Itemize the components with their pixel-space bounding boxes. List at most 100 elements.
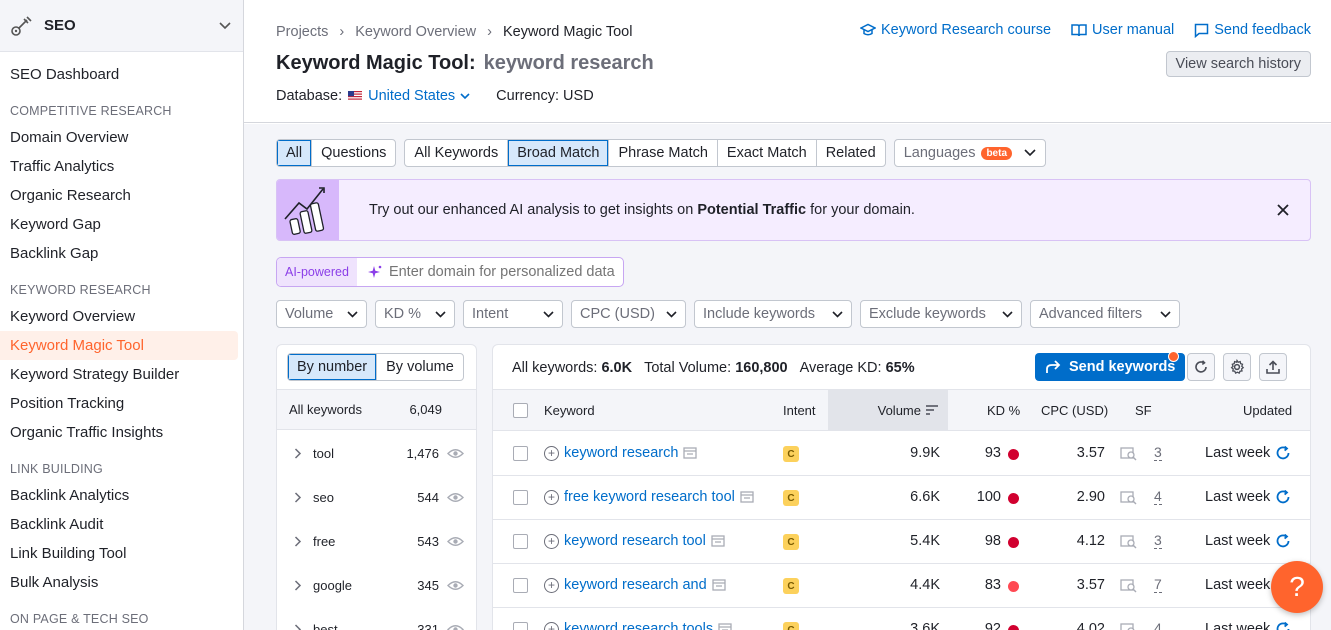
select-all-checkbox[interactable] — [513, 402, 528, 418]
sidebar-item-bulk-analysis[interactable]: Bulk Analysis — [0, 568, 243, 597]
tab-related[interactable]: Related — [815, 140, 885, 166]
refresh-icon[interactable] — [1276, 534, 1291, 548]
sidebar-item-keyword-overview[interactable]: Keyword Overview — [0, 302, 243, 331]
tab-phrase-match[interactable]: Phrase Match — [608, 140, 716, 166]
sidebar-item-keyword-magic-tool[interactable]: Keyword Magic Tool — [0, 331, 238, 360]
sidebar-header[interactable]: SEO — [0, 0, 243, 52]
serp-features-icon[interactable] — [1120, 535, 1138, 549]
row-checkbox[interactable] — [513, 622, 528, 630]
eye-icon[interactable] — [447, 536, 464, 547]
sf-count[interactable]: 3 — [1154, 445, 1162, 461]
volume-filter[interactable]: Volume — [276, 300, 367, 328]
sidebar-item-backlink-analytics[interactable]: Backlink Analytics — [0, 481, 243, 510]
keyword-link[interactable]: free keyword research tool — [564, 489, 735, 505]
serp-features-icon[interactable] — [1120, 491, 1138, 505]
exclude-keywords-filter[interactable]: Exclude keywords — [860, 300, 1022, 328]
serp-snapshot-icon[interactable] — [740, 491, 754, 503]
sf-count[interactable]: 4 — [1154, 489, 1162, 505]
export-button[interactable] — [1259, 353, 1287, 381]
sidebar-item-seo-dashboard[interactable]: SEO Dashboard — [0, 60, 243, 89]
crumb-projects[interactable]: Projects — [276, 24, 328, 40]
tab-all-keywords[interactable]: All Keywords — [405, 140, 507, 166]
by-number-option[interactable]: By number — [288, 354, 377, 380]
by-volume-option[interactable]: By volume — [376, 354, 463, 380]
settings-button[interactable] — [1223, 353, 1251, 381]
send-keywords-button[interactable]: Send keywords — [1035, 353, 1186, 381]
list-item[interactable]: free 543 — [277, 519, 476, 563]
eye-icon[interactable] — [447, 580, 464, 591]
sf-count[interactable]: 4 — [1154, 621, 1162, 630]
keyword-link[interactable]: keyword research tools — [564, 621, 713, 630]
crumb-keyword-overview[interactable]: Keyword Overview — [355, 24, 476, 40]
sf-count[interactable]: 3 — [1154, 533, 1162, 549]
intent-badge[interactable]: C — [783, 446, 799, 462]
database-select[interactable]: United States — [368, 88, 470, 104]
refresh-icon[interactable] — [1276, 446, 1291, 460]
row-checkbox[interactable] — [513, 578, 528, 593]
advanced-filters[interactable]: Advanced filters — [1030, 300, 1180, 328]
user-manual-link[interactable]: User manual — [1071, 22, 1174, 38]
list-item[interactable]: tool 1,476 — [277, 431, 476, 475]
sidebar-item-backlink-gap[interactable]: Backlink Gap — [0, 239, 243, 268]
list-item[interactable]: google 345 — [277, 563, 476, 607]
add-icon[interactable]: + — [544, 533, 559, 549]
tab-broad-match[interactable]: Broad Match — [507, 140, 609, 166]
add-icon[interactable]: + — [544, 489, 559, 505]
col-kd[interactable]: KD % — [987, 390, 1020, 430]
serp-snapshot-icon[interactable] — [711, 535, 725, 547]
domain-input[interactable] — [382, 258, 623, 286]
chevron-down-icon[interactable] — [219, 21, 231, 30]
sidebar-item-organic-research[interactable]: Organic Research — [0, 181, 243, 210]
help-button[interactable]: ? — [1271, 561, 1323, 613]
sidebar-item-keyword-gap[interactable]: Keyword Gap — [0, 210, 243, 239]
sidebar-item-traffic-analytics[interactable]: Traffic Analytics — [0, 152, 243, 181]
tab-all[interactable]: All — [277, 140, 312, 166]
refresh-icon[interactable] — [1276, 622, 1291, 630]
close-icon[interactable] — [1268, 204, 1298, 216]
col-sf[interactable]: SF — [1135, 390, 1152, 430]
eye-icon[interactable] — [447, 448, 464, 459]
intent-badge[interactable]: C — [783, 490, 799, 506]
kd-filter[interactable]: KD % — [375, 300, 455, 328]
keyword-research-course-link[interactable]: Keyword Research course — [859, 22, 1051, 38]
list-item[interactable]: seo 544 — [277, 475, 476, 519]
keyword-link[interactable]: keyword research — [564, 445, 678, 461]
keyword-link[interactable]: keyword research and — [564, 577, 707, 593]
refresh-button[interactable] — [1187, 353, 1215, 381]
list-item[interactable]: best 331 — [277, 607, 476, 630]
tab-questions[interactable]: Questions — [311, 140, 395, 166]
sidebar-item-backlink-audit[interactable]: Backlink Audit — [0, 510, 243, 539]
all-keywords-group[interactable]: All keywords 6,049 — [277, 389, 476, 430]
sidebar-item-keyword-strategy-builder[interactable]: Keyword Strategy Builder — [0, 360, 243, 389]
row-checkbox[interactable] — [513, 490, 528, 505]
sidebar-item-domain-overview[interactable]: Domain Overview — [0, 123, 243, 152]
tab-exact-match[interactable]: Exact Match — [716, 140, 816, 166]
intent-badge[interactable]: C — [783, 534, 799, 550]
add-icon[interactable]: + — [544, 621, 559, 630]
eye-icon[interactable] — [447, 492, 464, 503]
eye-icon[interactable] — [447, 624, 464, 630]
include-keywords-filter[interactable]: Include keywords — [694, 300, 852, 328]
col-intent[interactable]: Intent — [783, 390, 816, 430]
serp-features-icon[interactable] — [1120, 447, 1138, 461]
cpc-filter[interactable]: CPC (USD) — [571, 300, 686, 328]
col-updated[interactable]: Updated — [1243, 390, 1292, 430]
view-search-history-button[interactable]: View search history — [1165, 51, 1311, 77]
serp-snapshot-icon[interactable] — [712, 579, 726, 591]
intent-filter[interactable]: Intent — [463, 300, 563, 328]
sidebar-item-position-tracking[interactable]: Position Tracking — [0, 389, 243, 418]
sf-count[interactable]: 7 — [1154, 577, 1162, 593]
intent-badge[interactable]: C — [783, 578, 799, 594]
intent-badge[interactable]: C — [783, 622, 799, 630]
send-feedback-link[interactable]: Send feedback — [1194, 22, 1311, 38]
col-volume[interactable]: Volume — [828, 390, 948, 430]
row-checkbox[interactable] — [513, 534, 528, 549]
add-icon[interactable]: + — [544, 445, 559, 461]
serp-features-icon[interactable] — [1120, 623, 1138, 630]
row-checkbox[interactable] — [513, 446, 528, 461]
languages-dropdown[interactable]: Languages beta — [893, 139, 1047, 167]
col-cpc[interactable]: CPC (USD) — [1041, 390, 1108, 430]
keyword-link[interactable]: keyword research tool — [564, 533, 706, 549]
sidebar-item-organic-traffic-insights[interactable]: Organic Traffic Insights — [0, 418, 243, 447]
serp-features-icon[interactable] — [1120, 579, 1138, 593]
